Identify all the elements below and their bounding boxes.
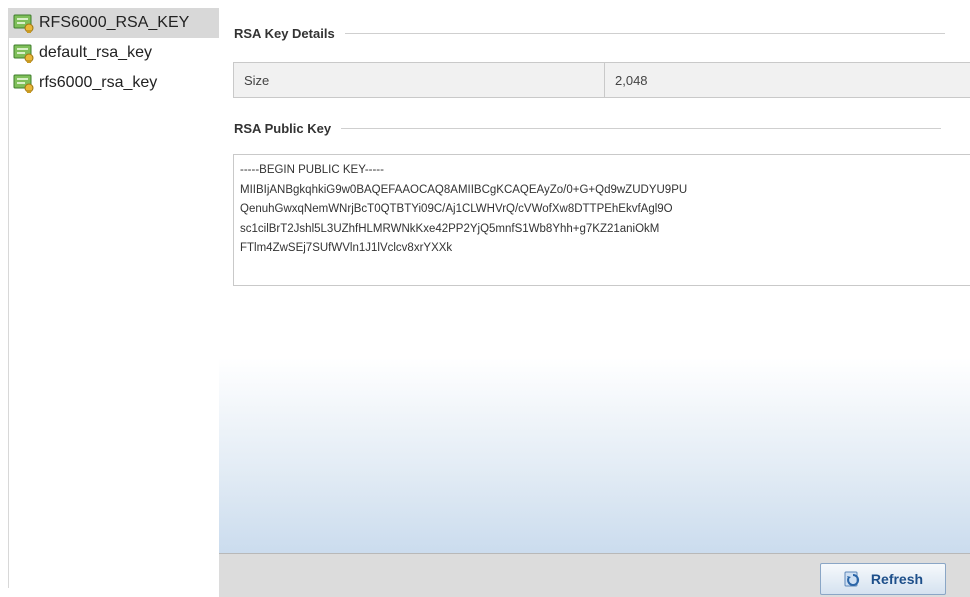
size-label: Size: [234, 63, 605, 97]
key-list-sidebar: RFS6000_RSA_KEY default_rsa_key rfs6000_…: [8, 8, 220, 588]
public-key-line: -----BEGIN PUBLIC KEY-----: [240, 164, 384, 176]
key-item-label: rfs6000_rsa_key: [39, 74, 158, 91]
public-key-text-area[interactable]: -----BEGIN PUBLIC KEY----- MIIBIjANBgkqh…: [233, 154, 970, 286]
refresh-button[interactable]: Refresh: [820, 563, 946, 595]
key-item-default-rsa-key[interactable]: default_rsa_key: [9, 38, 219, 68]
key-item-label: RFS6000_RSA_KEY: [39, 14, 190, 31]
action-footer: Refresh: [219, 553, 970, 597]
size-value: 2,048: [615, 72, 648, 88]
key-item-rfs6000-rsa-key[interactable]: RFS6000_RSA_KEY: [9, 8, 219, 38]
key-certificate-icon: [13, 14, 34, 33]
key-certificate-icon: [13, 44, 34, 63]
public-key-line: sc1cilBrT2Jshl5L3UZhfHLMRWNkKxe42PP2YjQ5…: [240, 222, 660, 235]
rsa-key-details-table: Size 2,048: [233, 62, 970, 98]
key-item-label: default_rsa_key: [39, 44, 152, 61]
refresh-icon: [844, 571, 859, 587]
section-title-text: RSA Public Key: [234, 121, 332, 136]
key-item-rfs6000-rsa-key-lower[interactable]: rfs6000_rsa_key: [9, 68, 219, 98]
refresh-button-label: Refresh: [870, 571, 924, 587]
section-divider: [341, 128, 942, 129]
public-key-line: QenuhGwxqNemWNrjBcT0QTBTYi09C/Aj1CLWHVrQ…: [240, 203, 673, 215]
rsa-public-key-heading: RSA Public Key: [234, 121, 942, 136]
rsa-key-details-heading: RSA Key Details: [234, 26, 945, 41]
section-title-text: RSA Key Details: [234, 26, 335, 41]
public-key-line: FTlm4ZwSEj7SUfWVln1J1lVclcv8xrYXXk: [240, 242, 453, 254]
public-key-line: MIIBIjANBgkqhkiG9w0BAQEFAAOCAQ8AMIIBCgKC…: [240, 183, 688, 196]
key-certificate-icon: [13, 74, 34, 93]
rsa-key-detail-panel: RSA Key Details Size 2,048 RSA Public Ke…: [219, 8, 970, 597]
section-divider: [344, 33, 945, 34]
